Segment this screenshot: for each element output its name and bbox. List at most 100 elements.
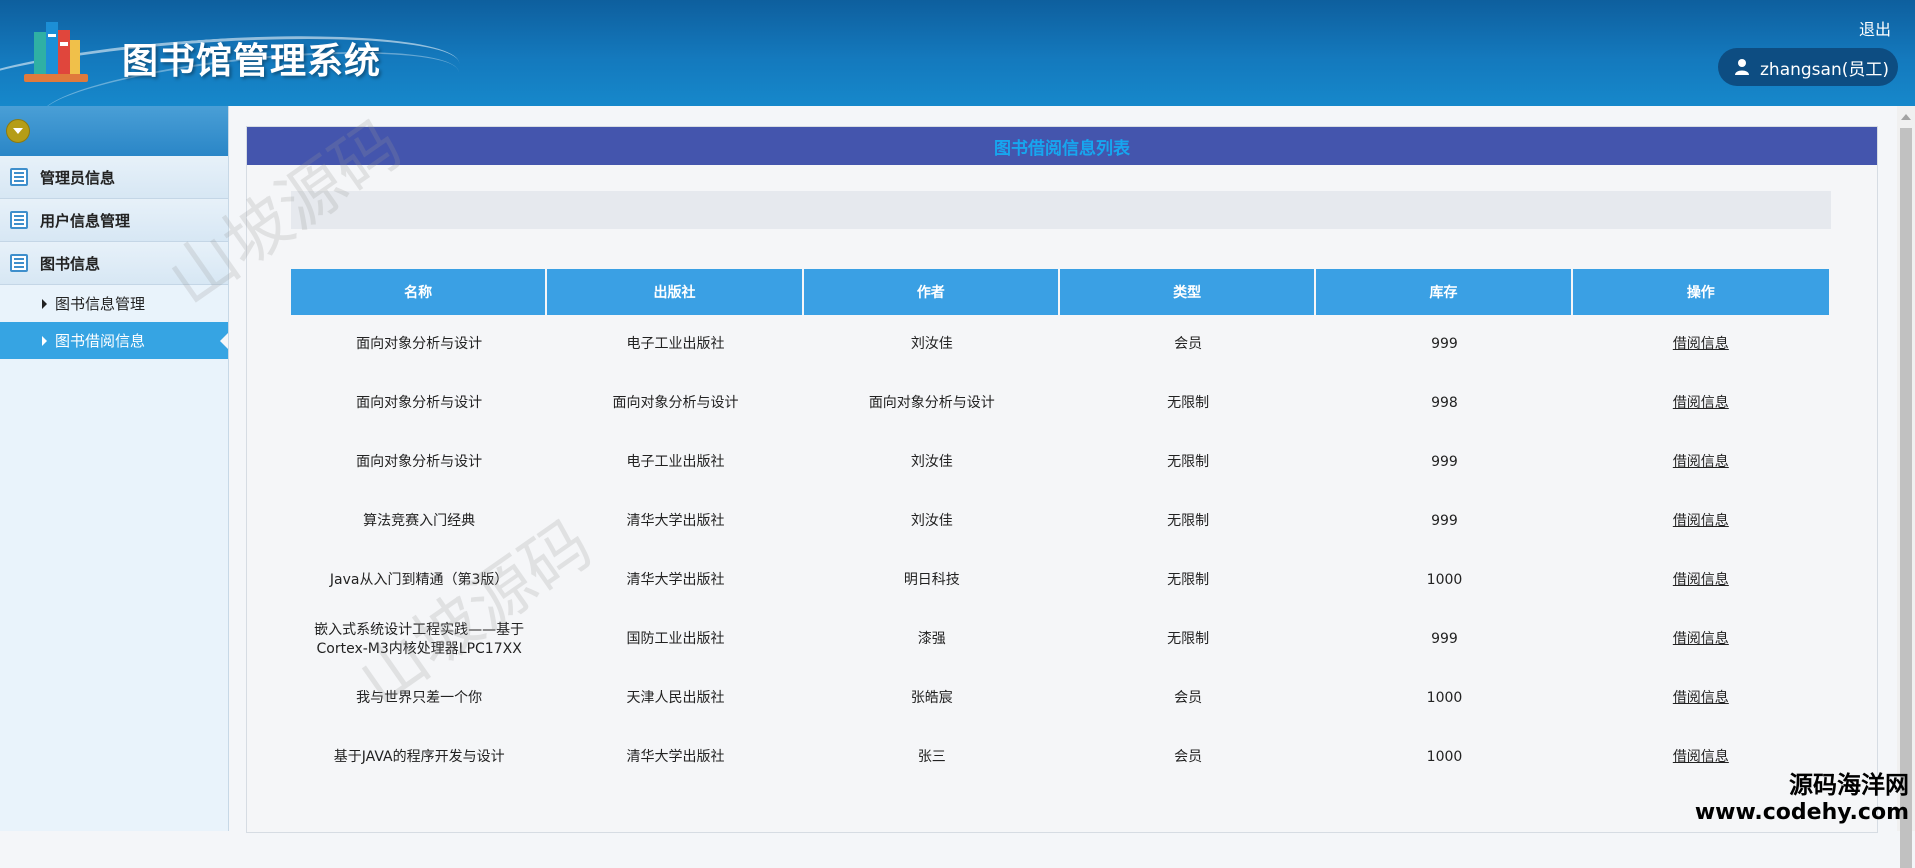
cell-author: 面向对象分析与设计 xyxy=(868,395,995,411)
scrollbar-thumb[interactable] xyxy=(1900,128,1912,868)
table-row: 面向对象分析与设计 电子工业出版社 刘汝佳 会员 999 借阅信息 xyxy=(291,315,1829,374)
books-logo-icon xyxy=(24,22,88,82)
table-row: 算法竞赛入门经典 清华大学出版社 刘汝佳 无限制 999 借阅信息 xyxy=(291,492,1829,551)
cell-stock: 1000 xyxy=(1426,749,1463,765)
cell-stock: 999 xyxy=(1431,454,1458,470)
cell-name: Java从入门到精通（第3版） xyxy=(329,572,509,588)
cell-type: 无限制 xyxy=(1167,513,1210,529)
app-header: 图书馆管理系统 退出 zhangsan(员工) xyxy=(0,0,1915,106)
borrow-info-link[interactable]: 借阅信息 xyxy=(1673,395,1729,411)
sidebar-subitem-label: 图书借阅信息 xyxy=(55,332,146,350)
cell-publisher: 清华大学出版社 xyxy=(626,749,725,765)
borrow-info-link[interactable]: 借阅信息 xyxy=(1673,631,1729,647)
cell-name: 面向对象分析与设计 xyxy=(356,454,483,470)
cell-publisher: 面向对象分析与设计 xyxy=(612,395,739,411)
cell-author: 刘汝佳 xyxy=(910,336,953,352)
panel-title: 图书借阅信息列表 xyxy=(247,127,1877,165)
cell-name: 我与世界只差一个你 xyxy=(356,690,483,706)
table-row: 面向对象分析与设计 面向对象分析与设计 面向对象分析与设计 无限制 998 借阅… xyxy=(291,374,1829,433)
column-header: 库存 xyxy=(1316,269,1573,315)
cell-action: 借阅信息 xyxy=(1573,433,1829,492)
caret-right-icon xyxy=(42,335,47,346)
cell-publisher: 天津人民出版社 xyxy=(626,690,725,706)
sidebar: 管理员信息 用户信息管理 图书信息 图书信息管理 图书借阅信息 xyxy=(0,106,229,831)
cell-type: 无限制 xyxy=(1167,631,1210,647)
column-header: 类型 xyxy=(1059,269,1317,315)
cell-action: 借阅信息 xyxy=(1573,610,1829,669)
cell-publisher: 国防工业出版社 xyxy=(626,631,725,647)
borrow-info-link[interactable]: 借阅信息 xyxy=(1673,336,1729,352)
cell-name: 基于JAVA的程序开发与设计 xyxy=(333,749,505,765)
cell-action: 借阅信息 xyxy=(1573,669,1829,728)
cell-stock: 999 xyxy=(1431,336,1458,352)
corner-watermark: 源码海洋网 www.codehy.com xyxy=(1695,765,1909,825)
cell-stock: 999 xyxy=(1431,631,1458,647)
borrow-table: 名称 出版社 作者 类型 库存 操作 面向对象分析与设计 电子工业出版社 刘汝佳… xyxy=(291,269,1829,787)
sidebar-item-user-management[interactable]: 用户信息管理 xyxy=(0,199,228,242)
sidebar-item-book-info[interactable]: 图书信息 xyxy=(0,242,228,285)
table-row: 嵌入式系统设计工程实践——基于Cortex-M3内核处理器LPC17XX 国防工… xyxy=(291,610,1829,669)
column-header: 操作 xyxy=(1572,269,1829,315)
cell-name: 嵌入式系统设计工程实践——基于Cortex-M3内核处理器LPC17XX xyxy=(314,621,525,657)
borrow-info-link[interactable]: 借阅信息 xyxy=(1673,690,1729,706)
borrow-info-link[interactable]: 借阅信息 xyxy=(1673,454,1729,470)
table-header-row: 名称 出版社 作者 类型 库存 操作 xyxy=(291,269,1829,315)
borrow-info-link[interactable]: 借阅信息 xyxy=(1673,513,1729,529)
page-scrollbar[interactable] xyxy=(1897,106,1915,868)
column-header: 出版社 xyxy=(547,269,804,315)
table-row: 基于JAVA的程序开发与设计 清华大学出版社 张三 会员 1000 借阅信息 xyxy=(291,728,1829,787)
cell-publisher: 电子工业出版社 xyxy=(626,454,725,470)
cell-type: 会员 xyxy=(1174,690,1203,706)
cell-name: 面向对象分析与设计 xyxy=(356,336,483,352)
main-panel: 图书借阅信息列表 名称 出版社 作者 类型 库存 操作 面向对象分析与设计 电子… xyxy=(246,126,1878,833)
caret-right-icon xyxy=(42,298,47,309)
column-header: 作者 xyxy=(803,269,1060,315)
cell-stock: 998 xyxy=(1431,395,1458,411)
table-row: 我与世界只差一个你 天津人民出版社 张皓宸 会员 1000 借阅信息 xyxy=(291,669,1829,728)
sidebar-item-label: 用户信息管理 xyxy=(40,211,131,230)
sidebar-subitem-book-management[interactable]: 图书信息管理 xyxy=(0,285,228,322)
cell-author: 刘汝佳 xyxy=(910,513,953,529)
cell-type: 无限制 xyxy=(1167,395,1210,411)
cell-publisher: 清华大学出版社 xyxy=(626,513,725,529)
cell-name: 算法竞赛入门经典 xyxy=(363,513,476,529)
sidebar-subitem-label: 图书信息管理 xyxy=(55,295,146,313)
list-icon xyxy=(10,168,28,186)
cell-type: 会员 xyxy=(1174,749,1203,765)
corner-watermark-line: www.codehy.com xyxy=(1694,800,1909,825)
cell-action: 借阅信息 xyxy=(1573,315,1829,374)
sidebar-item-admin-info[interactable]: 管理员信息 xyxy=(0,156,228,199)
cell-type: 无限制 xyxy=(1167,572,1210,588)
user-badge[interactable]: zhangsan(员工) xyxy=(1718,48,1898,86)
table-row: Java从入门到精通（第3版） 清华大学出版社 明日科技 无限制 1000 借阅… xyxy=(291,551,1829,610)
cell-type: 无限制 xyxy=(1167,454,1210,470)
logout-link[interactable]: 退出 xyxy=(1859,16,1891,40)
app-title: 图书馆管理系统 xyxy=(122,41,382,82)
cell-author: 明日科技 xyxy=(903,572,960,588)
cell-publisher: 电子工业出版社 xyxy=(626,336,725,352)
borrow-info-link[interactable]: 借阅信息 xyxy=(1673,572,1729,588)
cell-action: 借阅信息 xyxy=(1573,551,1829,610)
list-icon xyxy=(10,211,28,229)
sidebar-item-label: 图书信息 xyxy=(40,254,101,273)
cell-name: 面向对象分析与设计 xyxy=(356,395,483,411)
cell-author: 张皓宸 xyxy=(910,690,953,706)
cell-stock: 1000 xyxy=(1426,572,1463,588)
cell-stock: 999 xyxy=(1431,513,1458,529)
column-header: 名称 xyxy=(291,269,548,315)
borrow-info-link[interactable]: 借阅信息 xyxy=(1673,749,1729,765)
cell-action: 借阅信息 xyxy=(1573,374,1829,433)
sidebar-toggle-icon[interactable] xyxy=(6,119,30,143)
sidebar-top xyxy=(0,106,228,156)
scroll-up-icon[interactable] xyxy=(1901,114,1911,120)
sidebar-subitem-borrow-info[interactable]: 图书借阅信息 xyxy=(0,322,228,359)
table-row: 面向对象分析与设计 电子工业出版社 刘汝佳 无限制 999 借阅信息 xyxy=(291,433,1829,492)
user-name: zhangsan(员工) xyxy=(1760,59,1889,80)
cell-author: 张三 xyxy=(917,749,946,765)
cell-publisher: 清华大学出版社 xyxy=(626,572,725,588)
corner-watermark-line: 源码海洋网 xyxy=(1789,771,1909,799)
cell-action: 借阅信息 xyxy=(1573,492,1829,551)
cell-type: 会员 xyxy=(1174,336,1203,352)
cell-author: 刘汝佳 xyxy=(910,454,953,470)
list-icon xyxy=(10,254,28,272)
